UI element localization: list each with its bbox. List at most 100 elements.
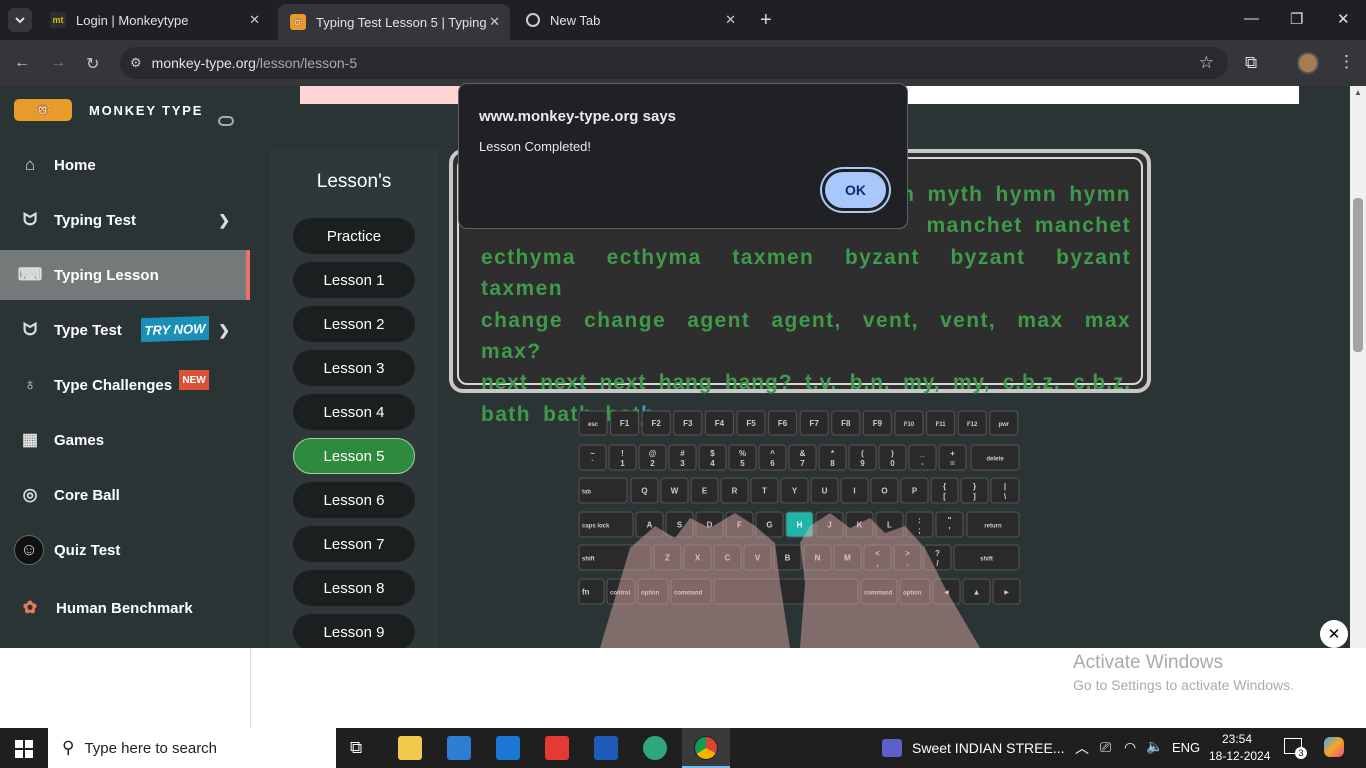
close-window-button[interactable]: ✕ xyxy=(1337,10,1350,28)
sidebar-item-quiz-test[interactable]: ☺ Quiz Test xyxy=(0,525,250,575)
sidebar-item-games[interactable]: ▦ Games xyxy=(0,415,250,465)
key-num-2: @2 xyxy=(638,444,667,471)
svg-text:(: ( xyxy=(861,449,864,458)
sidebar-item-label: Type Test xyxy=(54,321,122,339)
url-bar[interactable]: ⚙ monkey-type.org /lesson/lesson-5 ☆ xyxy=(120,47,1228,79)
svg-text:S: S xyxy=(677,521,683,530)
ad-divider xyxy=(250,648,251,728)
key-u: U xyxy=(810,477,839,504)
page-scrollbar[interactable]: ▲ ▼ xyxy=(1350,86,1366,728)
show-hidden-icons[interactable]: ︿ xyxy=(1075,738,1089,758)
store-icon[interactable] xyxy=(447,736,471,760)
sidebar-item-type-test[interactable]: ᗢ Type Test TRY NOW ❯ xyxy=(0,305,250,355)
lesson-button-1[interactable]: Lesson 1 xyxy=(293,262,415,298)
svg-text:Q: Q xyxy=(641,487,647,496)
lesson-button-5[interactable]: Lesson 5 xyxy=(293,438,415,474)
svg-text:F12: F12 xyxy=(967,422,978,428)
close-tab-icon[interactable]: ✕ xyxy=(249,12,260,28)
sidebar-item-typing-lesson[interactable]: ⌨ Typing Lesson xyxy=(0,250,250,300)
pdf-icon[interactable] xyxy=(545,736,569,760)
wifi-icon[interactable]: ◠ xyxy=(1124,739,1136,756)
chevron-right-icon: ❯ xyxy=(218,211,230,228)
sidebar-item-label: Human Benchmark xyxy=(56,599,193,617)
lesson-button-8[interactable]: Lesson 8 xyxy=(293,570,415,606)
svg-text:F8: F8 xyxy=(841,419,851,428)
browser-menu-icon[interactable]: ⋮ xyxy=(1338,52,1355,72)
tab-new-tab[interactable]: New Tab ✕ xyxy=(514,6,746,34)
media-play-icon[interactable] xyxy=(882,739,902,757)
mail-icon[interactable] xyxy=(496,736,520,760)
scrollbar-thumb[interactable] xyxy=(1353,198,1363,352)
back-button[interactable]: ← xyxy=(14,54,30,72)
clock-date[interactable]: 18-12-2024 xyxy=(1209,749,1270,763)
key-num-3: #3 xyxy=(668,444,697,471)
tab-search-button[interactable] xyxy=(8,8,32,32)
brand-logo[interactable]: 🐵 xyxy=(14,99,72,121)
profile-avatar[interactable] xyxy=(1297,52,1319,74)
svg-text:F11: F11 xyxy=(936,422,947,428)
media-title[interactable]: Sweet INDIAN STREE... xyxy=(912,740,1064,756)
reload-button[interactable]: ↻ xyxy=(86,54,99,74)
bookmark-star-icon[interactable]: ☆ xyxy=(1199,53,1214,73)
restore-button[interactable]: ❐ xyxy=(1290,10,1303,28)
sidebar-item-human-benchmark[interactable]: ✿ Human Benchmark xyxy=(0,583,250,633)
svg-text:3: 3 xyxy=(680,459,685,468)
new-tab-button[interactable]: + xyxy=(760,9,772,32)
scroll-up-arrow[interactable]: ▲ xyxy=(1354,88,1362,97)
dialog-ok-button[interactable]: OK xyxy=(822,169,889,211)
language-indicator[interactable]: ENG xyxy=(1172,740,1200,755)
chrome-taskbar-button[interactable] xyxy=(682,728,730,768)
close-ad-button[interactable]: ✕ xyxy=(1320,620,1348,648)
svg-text:E: E xyxy=(702,487,708,496)
minimize-button[interactable]: — xyxy=(1244,10,1259,27)
svg-text:T: T xyxy=(762,487,767,496)
svg-text:8: 8 xyxy=(830,459,835,468)
windows-start-icon[interactable] xyxy=(15,740,33,758)
key-e: E xyxy=(690,477,719,504)
alert-strip-right xyxy=(906,86,1299,104)
svg-text:F5: F5 xyxy=(746,419,756,428)
close-tab-icon[interactable]: ✕ xyxy=(489,14,500,30)
svg-text:shift: shift xyxy=(582,557,595,563)
svg-text:6: 6 xyxy=(770,459,775,468)
lesson-button-6[interactable]: Lesson 6 xyxy=(293,482,415,518)
site-info-icon[interactable]: ⚙ xyxy=(130,55,142,71)
tab-login-monkeytype[interactable]: mt Login | Monkeytype ✕ xyxy=(38,6,270,34)
target-icon: ◎ xyxy=(22,485,38,504)
copilot-icon[interactable] xyxy=(1324,737,1344,757)
lesson-button-9[interactable]: Lesson 9 xyxy=(293,614,415,650)
svg-text:P: P xyxy=(912,487,918,496)
theme-toggle-icon[interactable] xyxy=(218,116,234,126)
meet-icon[interactable]: ⎚ xyxy=(1100,739,1111,756)
key-r: R xyxy=(720,477,749,504)
sidebar-item-core-ball[interactable]: ◎ Core Ball xyxy=(0,470,250,520)
file-explorer-icon[interactable] xyxy=(398,736,422,760)
lesson-button-practice[interactable]: Practice xyxy=(293,218,415,254)
taskbar-search-box[interactable]: ⚲ Type here to search xyxy=(48,728,336,768)
word-icon[interactable] xyxy=(594,736,618,760)
volume-icon[interactable]: 🔈 xyxy=(1146,738,1163,755)
edge-icon[interactable] xyxy=(643,736,667,760)
sidebar-item-typing-test[interactable]: ᗢ Typing Test ❯ xyxy=(0,195,250,245)
lesson-button-4[interactable]: Lesson 4 xyxy=(293,394,415,430)
key-b: B xyxy=(773,544,802,571)
lesson-button-2[interactable]: Lesson 2 xyxy=(293,306,415,342)
sidebar-item-home[interactable]: ⌂ Home xyxy=(0,140,250,190)
url-path: /lesson/lesson-5 xyxy=(255,55,358,71)
tab-typing-lesson[interactable]: 🐵 Typing Test Lesson 5 | Typing Te ✕ xyxy=(278,4,510,40)
task-view-icon[interactable]: ⧉ xyxy=(350,738,362,758)
clock-time[interactable]: 23:54 xyxy=(1222,732,1252,746)
close-tab-icon[interactable]: ✕ xyxy=(725,12,736,28)
sidebar-item-type-challenges[interactable]: ♁ Type Challenges NEW xyxy=(0,360,250,410)
svg-text:_: _ xyxy=(919,449,925,458)
brand-name[interactable]: MONKEY TYPE xyxy=(89,103,203,118)
tab-title: Login | Monkeytype xyxy=(76,12,189,28)
lesson-button-3[interactable]: Lesson 3 xyxy=(293,350,415,386)
forward-button[interactable]: → xyxy=(50,54,66,72)
sidebar-item-label: Home xyxy=(54,156,96,174)
key-f5: F5 xyxy=(736,410,766,436)
extensions-icon[interactable]: ⧉ xyxy=(1245,53,1257,73)
svg-text:&: & xyxy=(800,449,806,458)
chrome-icon xyxy=(526,13,540,27)
lesson-button-7[interactable]: Lesson 7 xyxy=(293,526,415,562)
